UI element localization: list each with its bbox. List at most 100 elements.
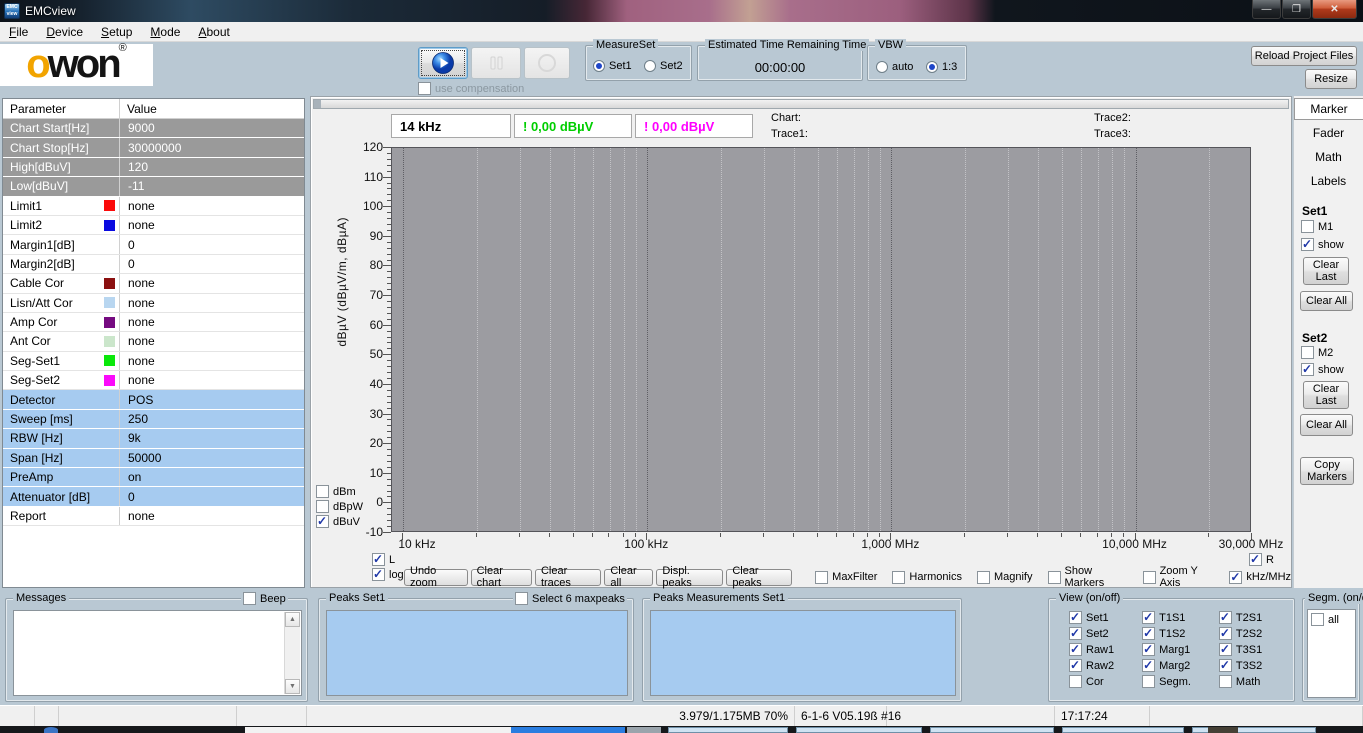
table-row[interactable]: Low[dBuV]-11 — [3, 177, 304, 196]
table-row[interactable]: Sweep [ms]250 — [3, 410, 304, 429]
displ-peaks-button[interactable]: Displ. peaks — [656, 569, 723, 586]
taskbar-window-fragment[interactable] — [668, 727, 788, 733]
harmonics-checkbox[interactable]: Harmonics — [892, 571, 962, 584]
minimize-button[interactable]: — — [1252, 0, 1281, 19]
dbuv-unit-checkbox[interactable]: dBuV — [316, 515, 363, 528]
resize-button[interactable]: Resize — [1305, 69, 1357, 89]
view-raw2-checkbox[interactable]: Raw2 — [1069, 659, 1114, 672]
menu-mode[interactable]: Mode — [141, 23, 189, 41]
menu-about[interactable]: About — [189, 23, 238, 41]
radio-set2[interactable]: Set2 — [644, 60, 683, 72]
radio-set1[interactable]: Set1 — [593, 60, 632, 72]
start-orb-fragment[interactable] — [44, 727, 58, 733]
set2-clear-last-button[interactable]: Clear Last — [1303, 381, 1349, 409]
beep-checkbox[interactable]: Beep — [241, 592, 288, 605]
left-axis-checkbox[interactable]: L — [372, 553, 395, 566]
view-set1-checkbox[interactable]: Set1 — [1069, 611, 1114, 624]
table-row[interactable]: Limit2none — [3, 216, 304, 235]
dbpw-unit-checkbox[interactable]: dBpW — [316, 500, 363, 513]
tab-math[interactable]: Math — [1294, 146, 1363, 168]
table-row[interactable]: Amp Cornone — [3, 313, 304, 332]
undo-zoom-button[interactable]: Undo zoom — [404, 569, 468, 586]
khz-mhz-checkbox[interactable]: kHz/MHz — [1229, 571, 1291, 584]
reload-project-files-button[interactable]: Reload Project Files — [1251, 46, 1357, 66]
set1-m1-checkbox[interactable]: M1 — [1301, 220, 1333, 233]
copy-markers-button[interactable]: Copy Markers — [1300, 457, 1354, 485]
table-row[interactable]: Ant Cornone — [3, 332, 304, 351]
tab-labels[interactable]: Labels — [1294, 170, 1363, 192]
magnify-checkbox[interactable]: Magnify — [977, 571, 1033, 584]
use-compensation-checkbox[interactable]: use compensation — [418, 82, 524, 95]
table-row[interactable]: Margin1[dB]0 — [3, 235, 304, 254]
view-segm-checkbox[interactable]: Segm. — [1142, 675, 1191, 688]
table-row[interactable]: Seg-Set1none — [3, 352, 304, 371]
messages-scrollbar[interactable]: ▲ ▼ — [284, 612, 300, 694]
view-cor-checkbox[interactable]: Cor — [1069, 675, 1114, 688]
tab-fader[interactable]: Fader — [1294, 122, 1363, 144]
menu-device[interactable]: Device — [37, 23, 92, 41]
view-t3s1-checkbox[interactable]: T3S1 — [1219, 643, 1262, 656]
messages-listbox[interactable]: ▲ ▼ — [13, 610, 302, 696]
table-row[interactable]: Seg-Set2none — [3, 371, 304, 390]
set2-m2-checkbox[interactable]: M2 — [1301, 346, 1333, 359]
clear-chart-button[interactable]: Clear chart — [471, 569, 532, 586]
view-t2s1-checkbox[interactable]: T2S1 — [1219, 611, 1262, 624]
segm-listbox[interactable]: all — [1307, 609, 1356, 698]
view-marg1-checkbox[interactable]: Marg1 — [1142, 643, 1191, 656]
view-math-checkbox[interactable]: Math — [1219, 675, 1262, 688]
table-row[interactable]: High[dBuV]120 — [3, 158, 304, 177]
table-row[interactable]: Reportnone — [3, 507, 304, 526]
tab-marker[interactable]: Marker — [1294, 98, 1363, 120]
menu-setup[interactable]: Setup — [92, 23, 141, 41]
clear-traces-button[interactable]: Clear traces — [535, 569, 601, 586]
taskbar-button-fragment[interactable] — [511, 727, 625, 733]
view-marg2-checkbox[interactable]: Marg2 — [1142, 659, 1191, 672]
table-row[interactable]: Lisn/Att Cornone — [3, 294, 304, 313]
view-set2-checkbox[interactable]: Set2 — [1069, 627, 1114, 640]
menu-file[interactable]: File — [0, 23, 37, 41]
table-row[interactable]: Cable Cornone — [3, 274, 304, 293]
view-t1s2-checkbox[interactable]: T1S2 — [1142, 627, 1191, 640]
view-t2s2-checkbox[interactable]: T2S2 — [1219, 627, 1262, 640]
taskbar-window-fragment[interactable] — [1062, 727, 1184, 733]
table-row[interactable]: Limit1none — [3, 197, 304, 216]
peaks-set1-listbox[interactable] — [326, 610, 628, 696]
view-t3s2-checkbox[interactable]: T3S2 — [1219, 659, 1262, 672]
set2-show-checkbox[interactable]: show — [1301, 363, 1344, 376]
view-raw1-checkbox[interactable]: Raw1 — [1069, 643, 1114, 656]
radio-vbw-13[interactable]: 1:3 — [926, 61, 957, 73]
scroll-up-icon[interactable]: ▲ — [285, 612, 300, 627]
table-row[interactable]: Margin2[dB]0 — [3, 255, 304, 274]
dbm-unit-checkbox[interactable]: dBm — [316, 485, 363, 498]
segm-all-checkbox[interactable]: all — [1311, 613, 1339, 626]
show-markers-checkbox[interactable]: Show Markers — [1048, 565, 1128, 589]
plot-area[interactable] — [391, 147, 1251, 532]
close-button[interactable]: ✕ — [1312, 0, 1357, 19]
scroll-down-icon[interactable]: ▼ — [285, 679, 300, 694]
table-row[interactable]: PreAmpon — [3, 468, 304, 487]
set1-clear-last-button[interactable]: Clear Last — [1303, 257, 1349, 285]
maxfilter-checkbox[interactable]: MaxFilter — [815, 571, 877, 584]
zoom-y-axis-checkbox[interactable]: Zoom Y Axis — [1143, 565, 1215, 589]
table-row[interactable]: DetectorPOS — [3, 390, 304, 409]
table-row[interactable]: Span [Hz]50000 — [3, 449, 304, 468]
table-row[interactable]: Chart Stop[Hz]30000000 — [3, 138, 304, 157]
clear-all-button[interactable]: Clear all — [604, 569, 653, 586]
marker-frequency-readout[interactable]: 14 kHz — [391, 114, 511, 138]
set2-clear-all-button[interactable]: Clear All — [1300, 414, 1353, 436]
start-measure-button[interactable] — [418, 47, 468, 79]
radio-vbw-auto[interactable]: auto — [876, 61, 913, 73]
set1-show-checkbox[interactable]: show — [1301, 238, 1344, 251]
log-checkbox[interactable]: log — [372, 568, 404, 581]
set1-clear-all-button[interactable]: Clear All — [1300, 291, 1353, 311]
clear-peaks-button[interactable]: Clear peaks — [726, 569, 792, 586]
table-row[interactable]: Attenuator [dB]0 — [3, 487, 304, 506]
select-6-maxpeaks-checkbox[interactable]: Select 6 maxpeaks — [513, 592, 627, 605]
taskbar-button-fragment[interactable] — [627, 727, 661, 733]
view-t1s1-checkbox[interactable]: T1S1 — [1142, 611, 1191, 624]
table-row[interactable]: RBW [Hz]9k — [3, 429, 304, 448]
table-row[interactable]: Chart Start[Hz]9000 — [3, 119, 304, 138]
taskbar-window-fragment[interactable] — [796, 727, 922, 733]
taskbar-window-fragment[interactable] — [930, 727, 1054, 733]
peaks-measurements-listbox[interactable] — [650, 610, 956, 696]
